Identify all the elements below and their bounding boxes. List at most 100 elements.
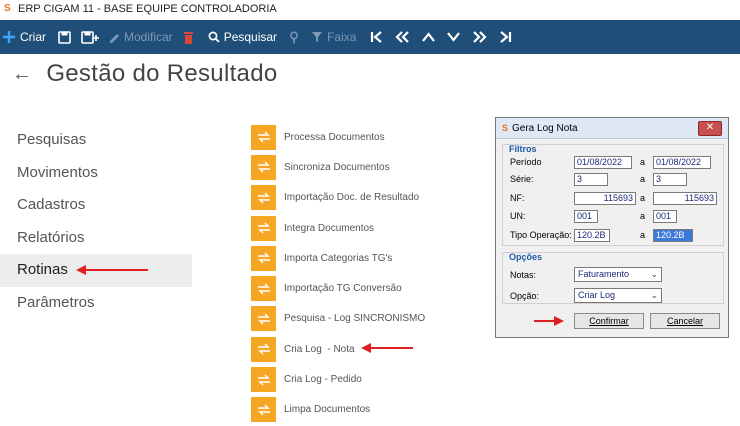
tipo-operacao-to-label: a xyxy=(640,230,646,240)
cancel-button[interactable]: Cancelar xyxy=(650,313,720,329)
nav-item-relatorios[interactable]: Relatórios xyxy=(0,222,192,255)
routine-item[interactable]: Importa Categorias TG's xyxy=(251,243,471,273)
annotation-arrow-rotinas xyxy=(76,265,148,275)
routine-item[interactable]: Integra Documentos xyxy=(251,213,471,243)
first-icon xyxy=(371,31,383,43)
save-new-button[interactable] xyxy=(81,20,100,54)
routine-item[interactable]: Processa Documentos xyxy=(251,122,471,152)
nav-item-movimentos[interactable]: Movimentos xyxy=(0,157,192,190)
search-label: Pesquisar xyxy=(223,30,278,44)
nav-item-parametros[interactable]: Parâmetros xyxy=(0,287,192,320)
pin-icon xyxy=(290,31,299,43)
swap-arrows-icon xyxy=(251,124,276,150)
nav-item-pesquisas[interactable]: Pesquisas xyxy=(0,124,192,157)
nav-item-cadastros[interactable]: Cadastros xyxy=(0,189,192,222)
delete-button[interactable] xyxy=(183,20,194,54)
opcao-value: Criar Log xyxy=(578,290,616,300)
last-record-button[interactable] xyxy=(499,20,512,54)
range-button[interactable]: Faixa xyxy=(311,20,356,54)
back-arrow-icon[interactable]: ← xyxy=(12,63,32,86)
nf-label: NF: xyxy=(510,193,525,203)
page-header: ← Gestão do Resultado xyxy=(12,60,278,88)
routine-label: Importação Doc. de Resultado xyxy=(284,192,420,204)
next-record-button[interactable] xyxy=(447,20,461,54)
confirm-label: Confirmar xyxy=(589,316,629,326)
notas-select[interactable]: Faturamento ⌄ xyxy=(574,267,662,282)
close-icon[interactable]: ✕ xyxy=(698,121,722,136)
nf-to-label: a xyxy=(640,193,646,203)
tipo-operacao-from-field[interactable]: 120.2B xyxy=(574,229,610,242)
serie-from-field[interactable]: 3 xyxy=(574,173,608,186)
filter-icon xyxy=(312,32,323,42)
routine-item[interactable]: Cria Log - Pedido xyxy=(251,364,471,394)
swap-arrows-icon xyxy=(251,397,276,423)
chevron-down-icon: ⌄ xyxy=(650,290,658,300)
opcao-select[interactable]: Criar Log ⌄ xyxy=(574,288,662,303)
confirm-button[interactable]: Confirmar xyxy=(574,313,644,329)
opcoes-title: Opções xyxy=(509,252,543,262)
modify-label: Modificar xyxy=(124,30,173,44)
create-label: Criar xyxy=(20,30,46,44)
next-page-button[interactable] xyxy=(472,20,487,54)
cancel-label: Cancelar xyxy=(666,316,704,326)
double-chevron-right-icon xyxy=(473,31,487,43)
double-chevron-left-icon xyxy=(395,31,410,43)
dialog-title: Gera Log Nota xyxy=(512,122,578,134)
swap-arrows-icon xyxy=(251,367,276,393)
serie-to-field[interactable]: 3 xyxy=(653,173,687,186)
trash-icon xyxy=(183,31,193,44)
routine-item[interactable]: Importação TG Conversão xyxy=(251,273,471,303)
toolbar: Criar Modificar Pesquisar Faixa xyxy=(0,20,740,54)
search-icon xyxy=(208,31,220,43)
un-to-field[interactable]: 001 xyxy=(653,210,677,223)
previous-record-button[interactable] xyxy=(422,20,436,54)
nf-to-field[interactable]: 115693 xyxy=(653,192,717,205)
routine-label: Pesquisa - Log SINCRONISMO xyxy=(284,313,426,325)
periodo-to-field[interactable]: 01/08/2022 xyxy=(653,156,711,169)
tipo-operacao-to-field[interactable]: 120.2B xyxy=(653,229,693,242)
nf-from-field[interactable]: 115693 xyxy=(574,192,636,205)
create-button[interactable]: Criar xyxy=(2,20,46,54)
un-from-field[interactable]: 001 xyxy=(574,210,598,223)
save-icon xyxy=(58,30,71,44)
pencil-icon xyxy=(110,34,119,43)
dialog-titlebar: S Gera Log Nota ✕ xyxy=(496,118,728,139)
range-label: Faixa xyxy=(327,30,357,44)
search-button[interactable]: Pesquisar xyxy=(208,20,277,54)
serie-label: Série: xyxy=(510,174,534,184)
location-button[interactable] xyxy=(289,20,299,54)
periodo-from-field[interactable]: 01/08/2022 xyxy=(574,156,632,169)
swap-arrows-icon xyxy=(251,154,276,180)
routine-list: Processa Documentos Sincroniza Documento… xyxy=(251,122,471,425)
routine-item[interactable]: Importação Doc. de Resultado xyxy=(251,183,471,213)
routine-label: Importa Categorias TG's xyxy=(284,252,393,264)
page-title: Gestão do Resultado xyxy=(46,60,278,87)
window-titlebar: S ERP CIGAM 11 - BASE EQUIPE CONTROLADOR… xyxy=(0,0,740,18)
first-record-button[interactable] xyxy=(370,20,383,54)
annotation-arrow-confirmar xyxy=(534,316,564,326)
swap-arrows-icon xyxy=(251,245,276,271)
routine-label: Cria Log - Pedido xyxy=(284,374,362,386)
un-to-label: a xyxy=(640,211,646,221)
swap-arrows-icon xyxy=(251,276,276,302)
notas-value: Faturamento xyxy=(578,269,630,279)
routine-label: Processa Documentos xyxy=(284,131,385,143)
save-button[interactable] xyxy=(58,20,71,54)
routine-label: Cria Log - Nota xyxy=(284,343,355,355)
routine-item[interactable]: Limpa Documentos xyxy=(251,395,471,425)
periodo-label: Período xyxy=(510,157,542,167)
modify-button[interactable]: Modificar xyxy=(108,20,173,54)
swap-arrows-icon xyxy=(251,336,276,362)
chevron-up-icon xyxy=(422,32,436,42)
opcao-label: Opção: xyxy=(510,291,540,301)
routine-item[interactable]: Sincroniza Documentos xyxy=(251,152,471,182)
periodo-to-label: a xyxy=(640,157,646,167)
notas-label: Notas: xyxy=(510,270,537,280)
routine-item[interactable]: Pesquisa - Log SINCRONISMO xyxy=(251,304,471,334)
app-logo-icon: S xyxy=(502,123,509,133)
routine-label: Sincroniza Documentos xyxy=(284,161,390,173)
previous-page-button[interactable] xyxy=(395,20,410,54)
filtros-title: Filtros xyxy=(509,144,537,154)
app-logo-icon: S xyxy=(4,3,11,14)
routine-label: Limpa Documentos xyxy=(284,404,371,416)
